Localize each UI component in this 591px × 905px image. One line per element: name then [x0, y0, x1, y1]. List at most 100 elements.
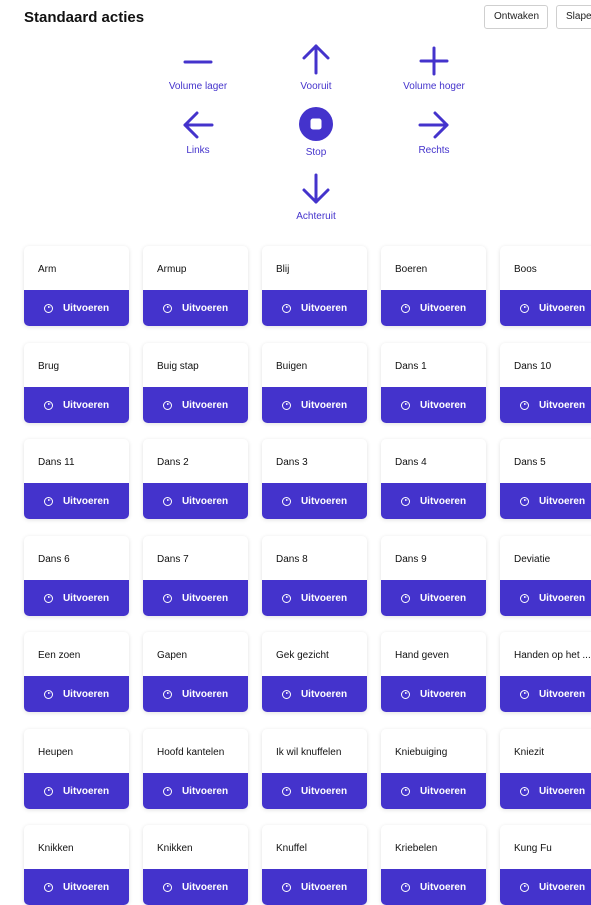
run-action-button[interactable]: Uitvoeren — [262, 773, 367, 809]
run-action-button[interactable]: Uitvoeren — [143, 676, 248, 712]
action-card: Hand geven Uitvoeren — [381, 632, 486, 712]
action-card: Hoofd kantelen Uitvoeren — [143, 729, 248, 809]
action-title: Arm — [38, 264, 57, 275]
forward-control[interactable]: Vooruit — [266, 42, 366, 92]
action-title: Dans 4 — [395, 457, 427, 468]
run-action-button[interactable]: Uitvoeren — [143, 869, 248, 905]
play-circle-icon — [43, 496, 53, 506]
run-action-button[interactable]: Uitvoeren — [143, 290, 248, 326]
run-action-button[interactable]: Uitvoeren — [24, 290, 129, 326]
action-title: Gek gezicht — [276, 650, 329, 661]
run-action-button[interactable]: Uitvoeren — [262, 869, 367, 905]
right-control[interactable]: Rechts — [384, 110, 484, 156]
run-action-button[interactable]: Uitvoeren — [500, 580, 591, 616]
run-action-button[interactable]: Uitvoeren — [262, 676, 367, 712]
action-card: Armup Uitvoeren — [143, 246, 248, 326]
run-action-button[interactable]: Uitvoeren — [500, 676, 591, 712]
play-circle-icon — [43, 786, 53, 796]
minus-icon — [183, 60, 213, 64]
run-action-label: Uitvoeren — [300, 495, 348, 507]
play-circle-icon — [162, 689, 172, 699]
run-action-button[interactable]: Uitvoeren — [143, 773, 248, 809]
action-title: Kniebuiging — [395, 747, 448, 758]
play-circle-icon — [281, 496, 291, 506]
action-title: Blij — [276, 264, 290, 275]
play-circle-icon — [162, 593, 172, 603]
run-action-button[interactable]: Uitvoeren — [381, 387, 486, 423]
run-action-label: Uitvoeren — [538, 592, 586, 604]
arrow-left-icon — [183, 111, 214, 139]
action-card: Dans 7 Uitvoeren — [143, 536, 248, 616]
action-card: Dans 8 Uitvoeren — [262, 536, 367, 616]
run-action-button[interactable]: Uitvoeren — [381, 580, 486, 616]
play-circle-icon — [519, 303, 529, 313]
volume-up-control[interactable]: Volume hoger — [384, 44, 484, 92]
run-action-label: Uitvoeren — [419, 592, 467, 604]
run-action-button[interactable]: Uitvoeren — [500, 483, 591, 519]
run-action-label: Uitvoeren — [538, 399, 586, 411]
run-action-button[interactable]: Uitvoeren — [381, 773, 486, 809]
run-action-button[interactable]: Uitvoeren — [143, 483, 248, 519]
run-action-label: Uitvoeren — [181, 399, 229, 411]
run-action-button[interactable]: Uitvoeren — [500, 290, 591, 326]
run-action-button[interactable]: Uitvoeren — [381, 290, 486, 326]
right-label: Rechts — [418, 145, 450, 156]
run-action-label: Uitvoeren — [181, 785, 229, 797]
run-action-button[interactable]: Uitvoeren — [500, 387, 591, 423]
action-title: Een zoen — [38, 650, 81, 661]
run-action-button[interactable]: Uitvoeren — [143, 580, 248, 616]
wake-button[interactable]: Ontwaken — [484, 5, 548, 29]
run-action-label: Uitvoeren — [300, 688, 348, 700]
run-action-button[interactable]: Uitvoeren — [24, 869, 129, 905]
run-action-label: Uitvoeren — [538, 495, 586, 507]
action-card: Knuffel Uitvoeren — [262, 825, 367, 905]
action-title: Deviatie — [514, 554, 551, 565]
run-action-label: Uitvoeren — [538, 302, 586, 314]
action-title: Boeren — [395, 264, 428, 275]
plus-icon — [419, 46, 449, 76]
volume-up-label: Volume hoger — [403, 81, 465, 92]
play-circle-icon — [281, 400, 291, 410]
action-title: Dans 8 — [276, 554, 308, 565]
action-card: Kriebelen Uitvoeren — [381, 825, 486, 905]
action-title: Knikken — [157, 843, 193, 854]
run-action-button[interactable]: Uitvoeren — [381, 676, 486, 712]
run-action-button[interactable]: Uitvoeren — [24, 483, 129, 519]
action-card: Deviatie Uitvoeren — [500, 536, 591, 616]
play-circle-icon — [43, 593, 53, 603]
run-action-button[interactable]: Uitvoeren — [24, 387, 129, 423]
run-action-button[interactable]: Uitvoeren — [24, 773, 129, 809]
run-action-button[interactable]: Uitvoeren — [262, 483, 367, 519]
play-circle-icon — [519, 496, 529, 506]
run-action-button[interactable]: Uitvoeren — [24, 580, 129, 616]
action-title: Brug — [38, 361, 60, 372]
run-action-label: Uitvoeren — [419, 881, 467, 893]
run-action-button[interactable]: Uitvoeren — [262, 387, 367, 423]
play-circle-icon — [43, 303, 53, 313]
run-action-button[interactable]: Uitvoeren — [24, 676, 129, 712]
play-circle-icon — [519, 689, 529, 699]
action-title: Dans 9 — [395, 554, 427, 565]
action-title: Boos — [514, 264, 537, 275]
run-action-button[interactable]: Uitvoeren — [262, 290, 367, 326]
action-title: Dans 1 — [395, 361, 427, 372]
left-control[interactable]: Links — [148, 110, 248, 156]
action-title: Kriebelen — [395, 843, 438, 854]
run-action-button[interactable]: Uitvoeren — [143, 387, 248, 423]
action-card: Brug Uitvoeren — [24, 343, 129, 423]
play-circle-icon — [162, 786, 172, 796]
volume-down-control[interactable]: Volume lager — [148, 46, 248, 92]
run-action-label: Uitvoeren — [419, 302, 467, 314]
run-action-button[interactable]: Uitvoeren — [500, 869, 591, 905]
run-action-button[interactable]: Uitvoeren — [262, 580, 367, 616]
backward-control[interactable]: Achteruit — [266, 172, 366, 222]
action-card: Kniezit Uitvoeren — [500, 729, 591, 809]
run-action-button[interactable]: Uitvoeren — [500, 773, 591, 809]
sleep-button[interactable]: Slapen — [556, 5, 591, 29]
run-action-button[interactable]: Uitvoeren — [381, 869, 486, 905]
action-title: Knuffel — [276, 843, 307, 854]
run-action-button[interactable]: Uitvoeren — [381, 483, 486, 519]
stop-control[interactable]: Stop — [266, 106, 366, 158]
run-action-label: Uitvoeren — [181, 302, 229, 314]
action-title: Heupen — [38, 747, 74, 758]
